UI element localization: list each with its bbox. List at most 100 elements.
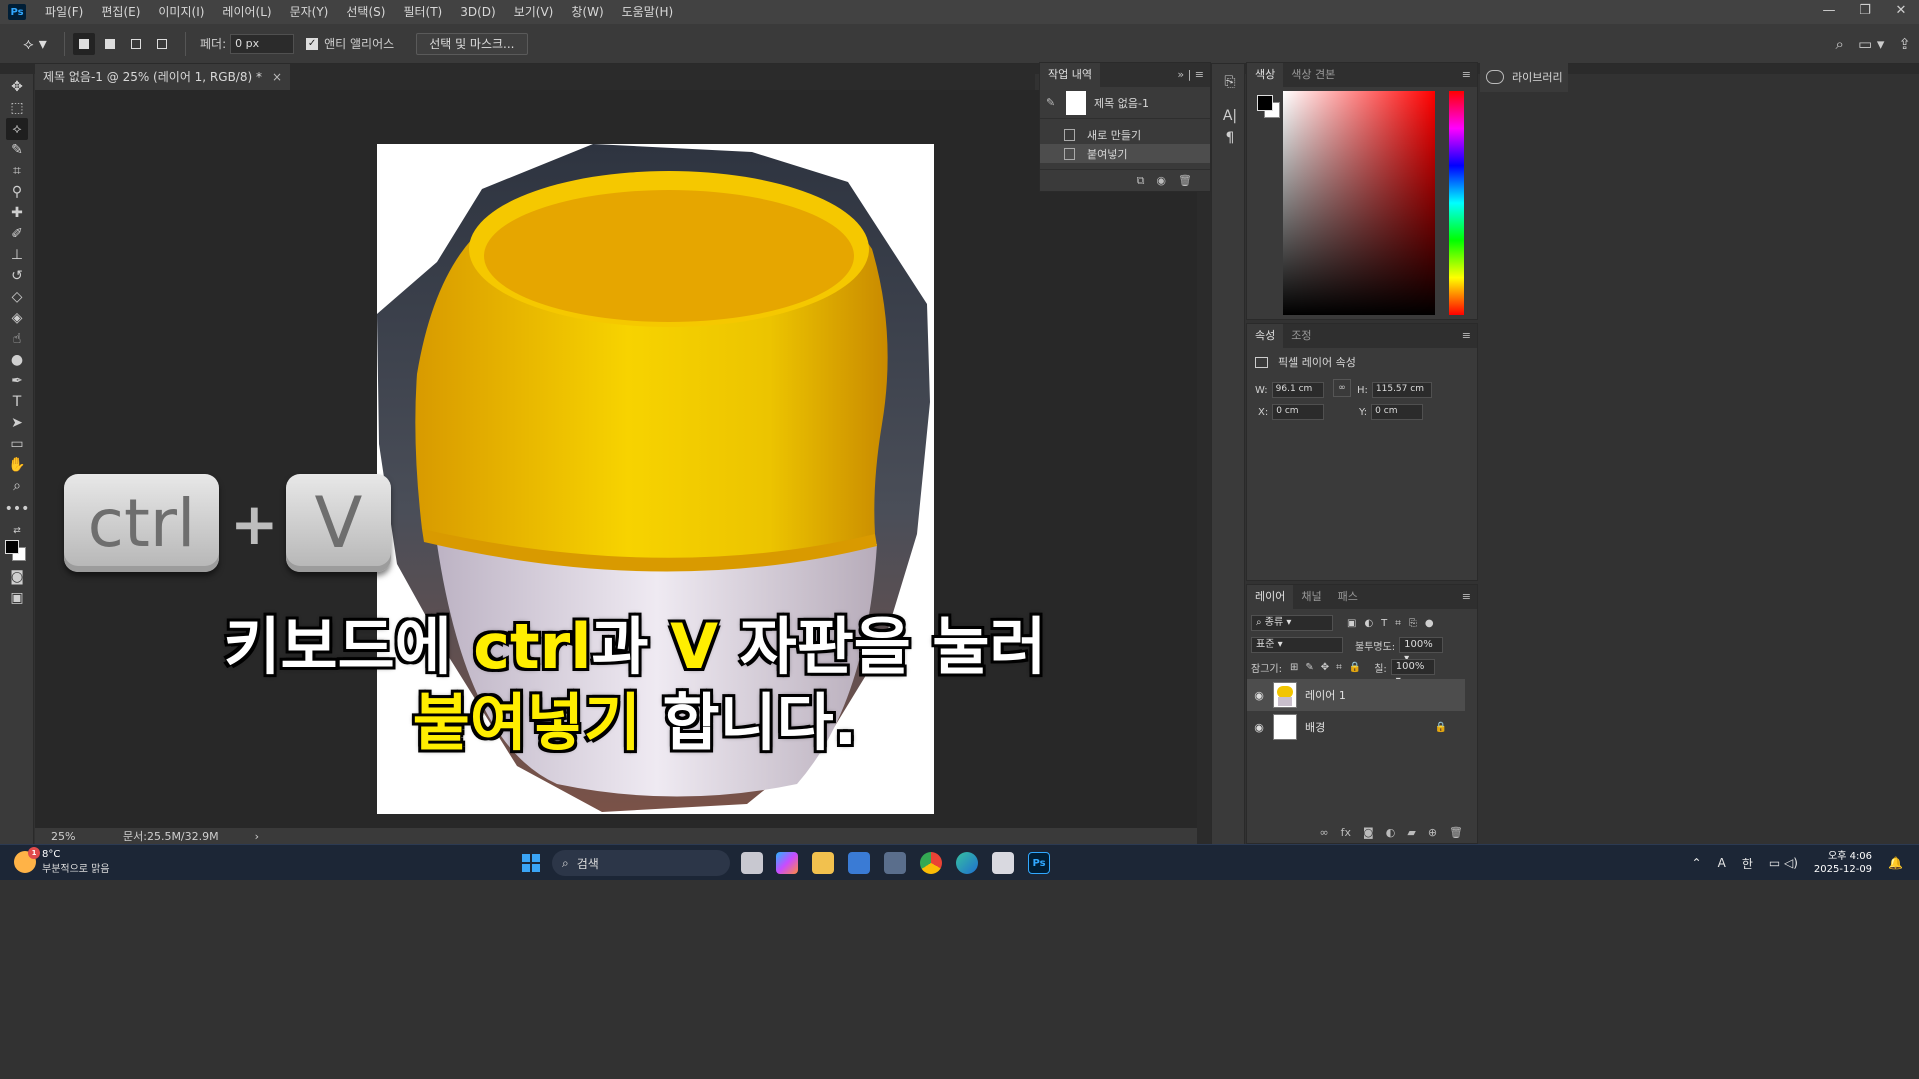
history-item-new[interactable]: 새로 만들기 <box>1040 125 1210 144</box>
hue-slider[interactable] <box>1449 91 1464 315</box>
color-panel-menu-icon[interactable]: ≡ <box>1462 63 1471 87</box>
copilot-icon[interactable] <box>776 852 798 874</box>
paint-bucket-tool-icon[interactable]: ◈ <box>6 307 28 329</box>
menu-view[interactable]: 보기(V) <box>505 0 563 24</box>
tab-channels[interactable]: 채널 <box>1293 585 1329 609</box>
search-icon[interactable]: ⌕ <box>1836 35 1844 53</box>
expand-panel-icon[interactable]: » <box>1177 68 1184 81</box>
menu-filter[interactable]: 필터(T) <box>394 0 451 24</box>
path-selection-tool-icon[interactable]: ➤ <box>6 412 28 434</box>
new-document-from-state-icon[interactable]: ⧉ <box>1137 174 1145 188</box>
tab-history[interactable]: 작업 내역 <box>1040 63 1100 87</box>
y-input[interactable]: 0 cm <box>1371 404 1424 420</box>
visibility-eye-icon[interactable]: ◉ <box>1247 689 1271 702</box>
subtract-selection-mode-button[interactable] <box>125 33 147 55</box>
windows-start-icon[interactable] <box>522 854 540 872</box>
quick-selection-tool-icon[interactable]: ✎ <box>6 139 28 161</box>
visibility-eye-icon[interactable]: ◉ <box>1247 721 1271 734</box>
libraries-tab[interactable]: 라이브러리 <box>1480 62 1568 92</box>
filter-type-icons[interactable]: ▣◐T⌗⎘● <box>1347 618 1442 629</box>
move-tool-icon[interactable]: ✥ <box>6 76 28 98</box>
clock[interactable]: 오후 4:06 2025-12-09 <box>1814 850 1872 876</box>
foreground-color-chip[interactable] <box>1257 95 1273 111</box>
chrome-icon[interactable] <box>920 852 942 874</box>
kind-filter-select[interactable]: ⌕ 종류 ▾ <box>1251 615 1333 631</box>
lock-options-icons[interactable]: ⊞✎✥⌗🔒 <box>1290 662 1368 673</box>
taskbar-search-box[interactable]: ⌕ 검색 <box>552 850 730 876</box>
lasso-tool-icon[interactable]: ⟡ <box>6 118 28 140</box>
history-panel-menu[interactable]: » | ≡ <box>1177 63 1204 87</box>
network-volume-icon[interactable]: ▭ ◁) <box>1769 856 1798 870</box>
trash-icon[interactable]: 🗑 <box>1178 174 1192 187</box>
microsoft-store-icon[interactable] <box>848 852 870 874</box>
menu-select[interactable]: 선택(S) <box>337 0 394 24</box>
status-menu-arrow[interactable]: › <box>255 830 259 843</box>
x-input[interactable]: 0 cm <box>1272 404 1325 420</box>
width-input[interactable]: 96.1 cm <box>1271 382 1324 398</box>
swap-colors-icon[interactable]: ⇄ <box>6 520 28 542</box>
link-dimensions-icon[interactable]: ∞ <box>1333 379 1351 397</box>
restore-button[interactable]: ❐ <box>1847 0 1883 22</box>
marquee-tool-icon[interactable]: ⬚ <box>6 97 28 119</box>
document-tab[interactable]: 제목 없음-1 @ 25% (레이어 1, RGB/8) * × <box>35 64 291 90</box>
ime-alpha-indicator[interactable]: A <box>1718 856 1726 870</box>
tab-swatches[interactable]: 색상 견본 <box>1283 63 1343 87</box>
link-layers-icon[interactable]: ∞ <box>1319 826 1328 839</box>
close-button[interactable]: ✕ <box>1883 0 1919 22</box>
rectangle-tool-icon[interactable]: ▭ <box>6 433 28 455</box>
task-view-icon[interactable] <box>741 852 763 874</box>
zoom-level[interactable]: 25% <box>51 830 123 843</box>
adjustment-layer-icon[interactable]: ◐ <box>1386 826 1396 839</box>
history-panel-icon[interactable]: ⎘ <box>1220 72 1240 92</box>
layers-panel-menu-icon[interactable]: ≡ <box>1462 585 1471 609</box>
edge-icon[interactable] <box>956 852 978 874</box>
height-input[interactable]: 115.57 cm <box>1371 382 1432 398</box>
photoshop-taskbar-icon[interactable]: Ps <box>1028 852 1050 874</box>
delete-layer-icon[interactable]: 🗑 <box>1449 826 1463 839</box>
history-brush-tool-icon[interactable]: ↺ <box>6 265 28 287</box>
clone-stamp-tool-icon[interactable]: ⊥ <box>6 244 28 266</box>
new-selection-mode-button[interactable] <box>73 32 95 55</box>
add-selection-mode-button[interactable] <box>99 33 121 55</box>
saturation-brightness-field[interactable] <box>1283 91 1435 315</box>
new-layer-icon[interactable]: ⊕ <box>1428 826 1437 839</box>
camera-snapshot-icon[interactable]: ◉ <box>1156 174 1166 187</box>
close-tab-icon[interactable]: × <box>272 70 282 84</box>
blend-mode-select[interactable]: 표준 ▾ <box>1251 637 1343 653</box>
screen-mode-icon[interactable]: ▣ <box>6 587 28 609</box>
zoom-tool-icon[interactable]: ⌕ <box>6 475 28 497</box>
hand-tool-icon[interactable]: ✋ <box>6 454 28 476</box>
minimize-button[interactable]: — <box>1811 0 1847 22</box>
tab-properties[interactable]: 속성 <box>1247 324 1284 348</box>
ime-hangul-indicator[interactable]: 한 <box>1742 855 1753 872</box>
share-icon[interactable]: ⇪ <box>1898 35 1911 53</box>
layer-row-background[interactable]: ◉ 배경 🔒 <box>1247 711 1465 743</box>
intersect-selection-mode-button[interactable] <box>151 33 173 55</box>
menu-type[interactable]: 문자(Y) <box>281 0 338 24</box>
notification-bell-icon[interactable]: 🔔 <box>1888 856 1903 870</box>
eyedropper-tool-icon[interactable]: ⚲ <box>6 181 28 203</box>
history-item-paste[interactable]: 붙여넣기 <box>1040 144 1210 163</box>
weather-widget[interactable]: 1 8°C 부분적으로 맑음 <box>14 847 110 875</box>
file-explorer-icon[interactable] <box>812 852 834 874</box>
tab-adjustments[interactable]: 조정 <box>1283 324 1319 348</box>
more-tools-icon[interactable]: ••• <box>5 498 30 520</box>
crop-tool-icon[interactable]: ⌗ <box>6 160 28 182</box>
select-and-mask-button[interactable]: 선택 및 마스크... <box>416 32 528 55</box>
dodge-tool-icon[interactable]: ● <box>6 349 28 371</box>
tray-overflow-chevron-icon[interactable]: ⌃ <box>1692 856 1702 870</box>
menu-file[interactable]: 파일(F) <box>36 0 92 24</box>
menu-layer[interactable]: 레이어(L) <box>213 0 280 24</box>
tab-paths[interactable]: 패스 <box>1330 585 1366 609</box>
calculator-icon[interactable] <box>884 852 906 874</box>
menu-help[interactable]: 도움말(H) <box>613 0 683 24</box>
add-mask-icon[interactable]: ◙ <box>1363 826 1374 839</box>
layer-style-icon[interactable]: fx <box>1341 826 1351 839</box>
history-snapshot[interactable]: ✎ 제목 없음-1 <box>1040 87 1210 119</box>
history-brush-source-icon[interactable]: ✎ <box>1046 96 1060 109</box>
type-tool-icon[interactable]: T <box>6 391 28 413</box>
snipping-tool-icon[interactable] <box>992 852 1014 874</box>
layer-row-layer1[interactable]: ◉ 레이어 1 <box>1247 679 1465 711</box>
character-panel-icon[interactable]: A| <box>1220 106 1240 126</box>
fill-input[interactable]: 100% ▾ <box>1390 659 1435 686</box>
